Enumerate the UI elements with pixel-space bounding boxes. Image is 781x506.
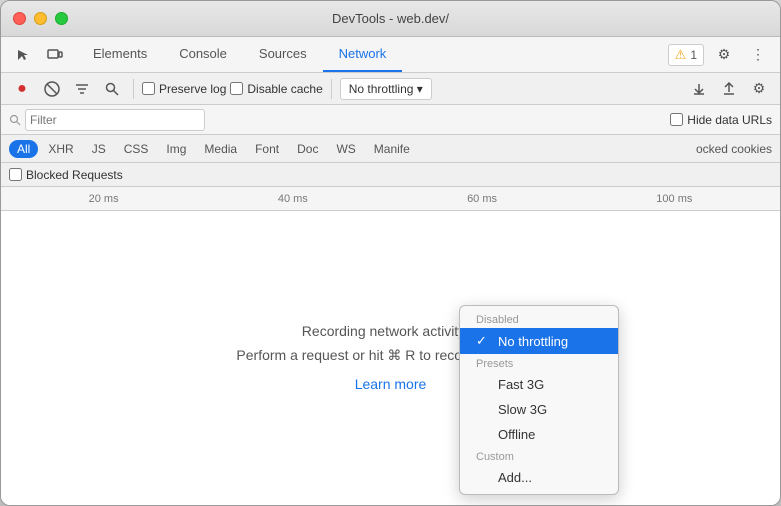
import-button[interactable] — [686, 76, 712, 102]
tick-60ms: 60 ms — [467, 193, 497, 205]
dropdown-item-offline[interactable]: Offline — [460, 422, 618, 447]
hide-data-urls-label[interactable]: Hide data URLs — [670, 113, 772, 127]
dropdown-header-disabled: Disabled — [460, 310, 618, 328]
type-btn-ws[interactable]: WS — [328, 140, 363, 158]
filter-icon[interactable] — [69, 76, 95, 102]
filter-search-icon — [9, 114, 21, 126]
tab-sources[interactable]: Sources — [243, 37, 323, 72]
type-btn-css[interactable]: CSS — [116, 140, 157, 158]
blocked-requests-checkbox[interactable] — [9, 168, 22, 181]
warning-icon: ⚠ — [675, 47, 687, 63]
tab-elements[interactable]: Elements — [77, 37, 163, 72]
tab-network[interactable]: Network — [323, 37, 403, 72]
hide-data-urls-checkbox[interactable] — [670, 113, 683, 126]
window-title: DevTools - web.dev/ — [332, 11, 449, 26]
tabs-right: ⚠ 1 ⚙ ⋮ — [668, 37, 772, 72]
blocked-requests-label[interactable]: Blocked Requests — [9, 168, 123, 182]
timeline-ticks: 20 ms 40 ms 60 ms 100 ms — [9, 193, 772, 205]
device-icon[interactable] — [41, 41, 69, 69]
type-btn-js[interactable]: JS — [84, 140, 114, 158]
blocked-requests-bar: Blocked Requests — [1, 163, 780, 187]
tick-100ms: 100 ms — [656, 193, 692, 205]
disable-cache-checkbox[interactable] — [230, 82, 243, 95]
type-btn-doc[interactable]: Doc — [289, 140, 326, 158]
more-icon[interactable]: ⋮ — [744, 41, 772, 69]
devtools-window: DevTools - web.dev/ Elements Console So — [0, 0, 781, 506]
clear-button[interactable] — [39, 76, 65, 102]
tick-20ms: 20 ms — [89, 193, 119, 205]
check-icon: ✓ — [476, 333, 490, 349]
filter-bar: Hide data URLs — [1, 105, 780, 135]
warning-badge[interactable]: ⚠ 1 — [668, 44, 704, 66]
timeline-header: 20 ms 40 ms 60 ms 100 ms — [1, 187, 780, 211]
type-btn-img[interactable]: Img — [158, 140, 194, 158]
dropdown-item-add[interactable]: Add... — [460, 465, 618, 490]
filter-input-wrapper — [9, 109, 229, 131]
tab-icons — [9, 37, 69, 72]
tabs-bar: Elements Console Sources Network ⚠ 1 ⚙ ⋮ — [1, 37, 780, 73]
record-button[interactable]: ● — [9, 76, 35, 102]
settings-icon[interactable]: ⚙ — [710, 41, 738, 69]
type-btn-media[interactable]: Media — [196, 140, 245, 158]
separator-2 — [331, 79, 332, 99]
type-filter-bar: All XHR JS CSS Img Media Font Doc WS Man… — [1, 135, 780, 163]
close-button[interactable] — [13, 12, 26, 25]
dropdown-item-slow-3g[interactable]: Slow 3G — [460, 397, 618, 422]
type-btn-font[interactable]: Font — [247, 140, 287, 158]
dropdown-item-fast-3g[interactable]: Fast 3G — [460, 372, 618, 397]
dropdown-item-no-throttling[interactable]: ✓ No throttling — [460, 328, 618, 354]
toolbar-settings-icon[interactable]: ⚙ — [746, 76, 772, 102]
learn-more-link[interactable]: Learn more — [355, 376, 427, 392]
blocked-cookies-text: ocked cookies — [696, 142, 772, 156]
traffic-lights — [13, 12, 68, 25]
preserve-log-checkbox[interactable] — [142, 82, 155, 95]
throttle-button[interactable]: No throttling ▾ — [340, 78, 432, 100]
tick-40ms: 40 ms — [278, 193, 308, 205]
dropdown-header-custom: Custom — [460, 447, 618, 465]
cursor-icon[interactable] — [9, 41, 37, 69]
minimize-button[interactable] — [34, 12, 47, 25]
warning-count: 1 — [690, 48, 697, 62]
search-icon[interactable] — [99, 76, 125, 102]
maximize-button[interactable] — [55, 12, 68, 25]
filter-input[interactable] — [25, 109, 205, 131]
main-content: Recording network activity… Perform a re… — [1, 211, 780, 505]
separator-1 — [133, 79, 134, 99]
export-button[interactable] — [716, 76, 742, 102]
dropdown-header-presets: Presets — [460, 354, 618, 372]
title-bar: DevTools - web.dev/ — [1, 1, 780, 37]
disable-cache-label[interactable]: Disable cache — [230, 82, 322, 96]
tab-console[interactable]: Console — [163, 37, 243, 72]
toolbar: ● Preserve log Disa — [1, 73, 780, 105]
preserve-log-label[interactable]: Preserve log — [142, 82, 226, 96]
throttle-dropdown: Disabled ✓ No throttling Presets Fast 3G… — [459, 305, 619, 495]
type-btn-manifest[interactable]: Manife — [366, 140, 418, 158]
type-btn-xhr[interactable]: XHR — [40, 140, 81, 158]
type-btn-all[interactable]: All — [9, 140, 38, 158]
